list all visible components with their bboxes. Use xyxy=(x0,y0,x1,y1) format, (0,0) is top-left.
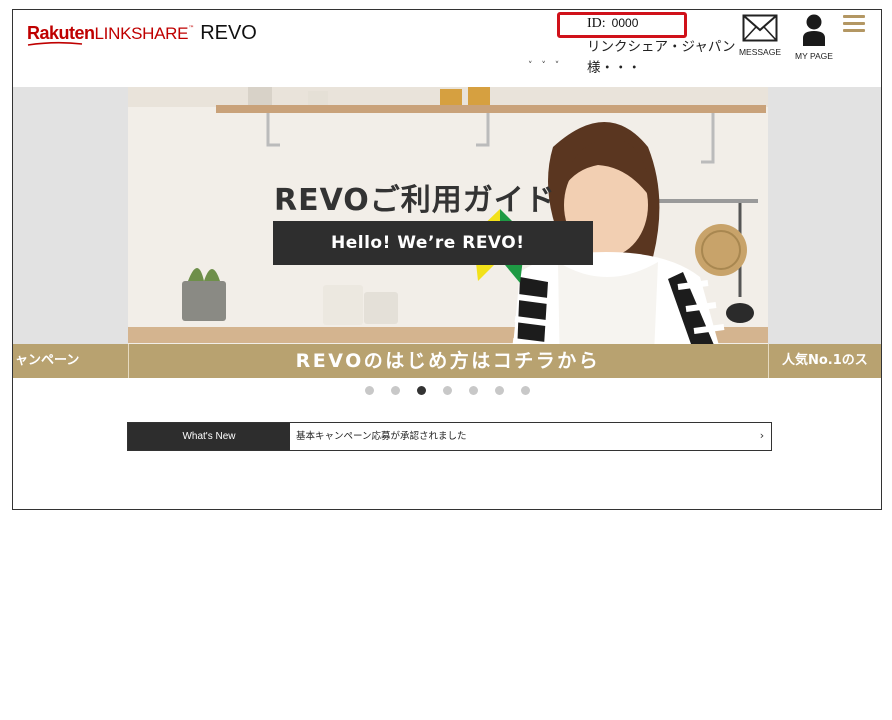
whats-new-text[interactable]: 基本キャンペーン応募が承認されました xyxy=(290,423,753,450)
chevron-right-icon[interactable]: › xyxy=(753,423,771,450)
carousel-pagination xyxy=(365,386,547,395)
app-frame: Rakuten LINKSHARE ™ REVO ID: 0000 リンクシェア・… xyxy=(12,9,882,510)
user-id-value: 0000 xyxy=(611,16,639,30)
company-name-line1: リンクシェア・ジャパン xyxy=(587,39,736,55)
logo-revo-text: REVO xyxy=(200,22,257,44)
active-slide[interactable]: REVOご利用ガイド Hello! We’re REVO! xyxy=(128,87,768,378)
carousel-dot-3[interactable] xyxy=(417,386,426,395)
company-name-line2: 様・・・ xyxy=(587,60,641,76)
logo-trademark: ™ xyxy=(188,25,195,32)
my-page-label: MY PAGE xyxy=(795,51,833,61)
message-button[interactable]: MESSAGE xyxy=(737,14,783,57)
user-icon xyxy=(803,14,825,46)
carousel-dot-1[interactable] xyxy=(365,386,374,395)
logo-swoosh-icon xyxy=(27,41,83,46)
carousel-dot-5[interactable] xyxy=(469,386,478,395)
envelope-icon xyxy=(742,14,778,42)
rakuten-linkshare-revo-logo[interactable]: Rakuten LINKSHARE ™ REVO xyxy=(27,22,257,46)
logo-linkshare-text: LINKSHARE xyxy=(94,24,189,43)
carousel-dot-4[interactable] xyxy=(443,386,452,395)
whats-new-label: What's New xyxy=(128,423,290,450)
company-name: リンクシェア・ジャパン 様・・・ xyxy=(587,37,736,79)
chevron-down-icon[interactable]: ˅ ˅ ˅ xyxy=(528,61,562,71)
carousel-dot-6[interactable] xyxy=(495,386,504,395)
hamburger-menu-icon[interactable] xyxy=(843,15,867,35)
carousel-dot-2[interactable] xyxy=(391,386,400,395)
whats-new-bar[interactable]: What's New 基本キャンペーン応募が承認されました › xyxy=(127,422,772,451)
site-header: Rakuten LINKSHARE ™ REVO ID: 0000 リンクシェア・… xyxy=(13,10,881,88)
next-slide-caption: 人気No.1のス xyxy=(782,353,868,368)
user-id: ID: 0000 xyxy=(587,16,638,32)
active-slide-caption: REVOのはじめ方はコチラから xyxy=(295,350,601,372)
prev-slide-caption: ャンペーン xyxy=(15,353,80,368)
banner-carousel[interactable]: REVOご利用ガイド Hello! We’re REVO! ャンペーン REVO… xyxy=(13,87,881,379)
my-page-button[interactable]: MY PAGE xyxy=(791,14,837,61)
carousel-dot-7[interactable] xyxy=(521,386,530,395)
message-label: MESSAGE xyxy=(738,47,782,57)
user-id-label: ID: xyxy=(587,16,606,31)
previous-slide-preview[interactable] xyxy=(13,87,128,378)
slide-title: REVOご利用ガイド xyxy=(274,183,556,218)
slide-subtitle: Hello! We’re REVO! xyxy=(273,221,593,265)
next-slide-preview[interactable] xyxy=(768,87,881,378)
